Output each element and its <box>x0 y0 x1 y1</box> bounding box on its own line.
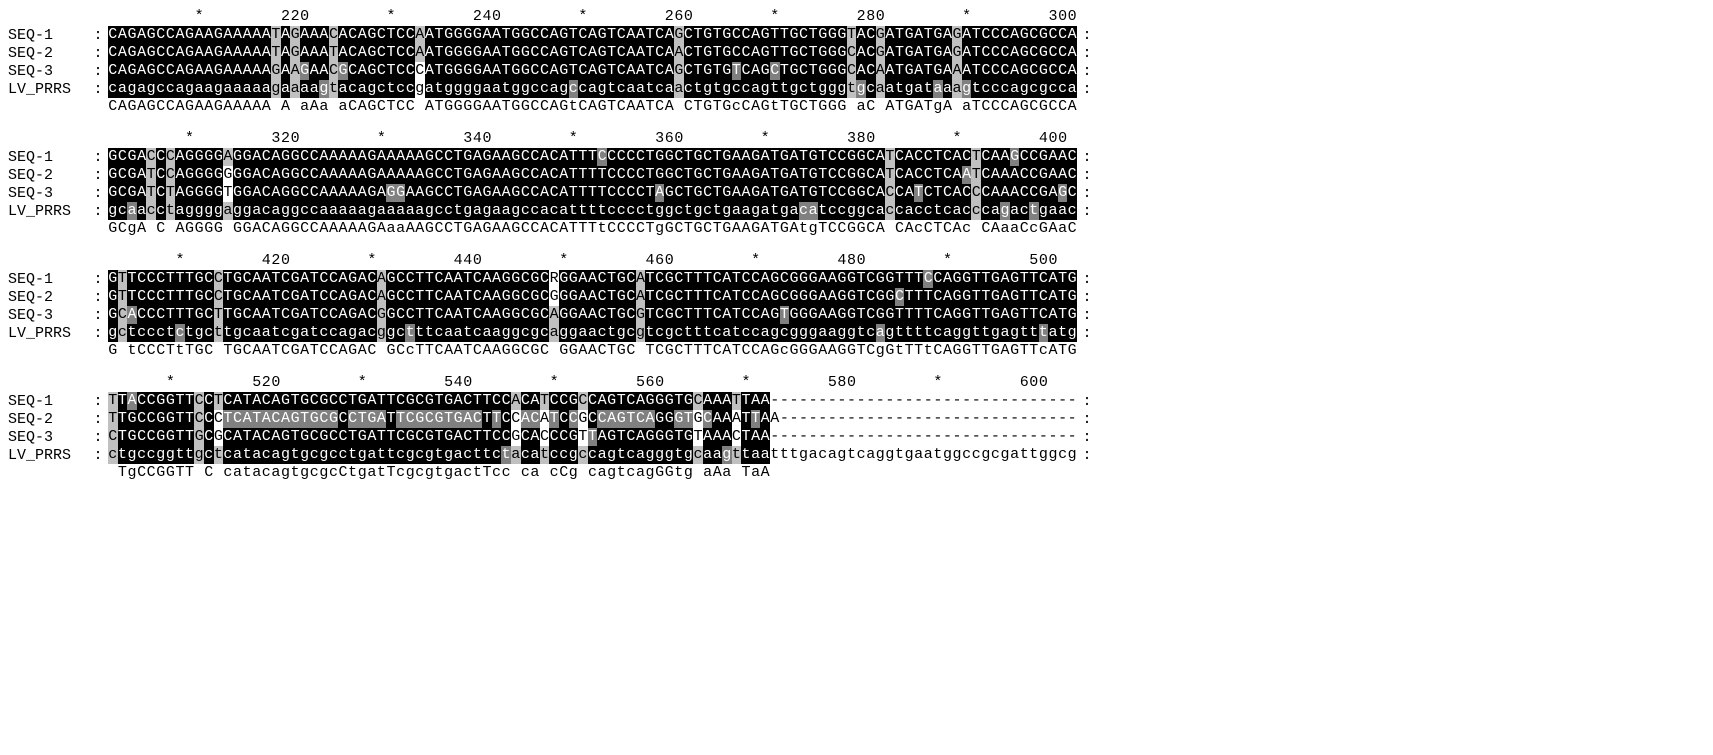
ruler-row: X: * 420 * 440 * 460 * 480 * 500 : <box>8 252 1705 270</box>
sequence-label: SEQ-2 <box>8 290 88 305</box>
consensus-row: X: TgCCGGTT C catacagtgcgcCtgatTcgcgtgac… <box>8 464 1705 482</box>
sequence-label: LV_PRRS <box>8 204 88 219</box>
sequence-row: LV_PRRS:cagagccagaagaaaaagaaaagtacagctcc… <box>8 80 1705 98</box>
sequence-label: SEQ-2 <box>8 412 88 427</box>
sequence-row: SEQ-3:GCGATCTAGGGGTGGACAGGCCAAAAAGAGGAAG… <box>8 184 1705 202</box>
sequence-row: LV_PRRS:gcaacctaggggaggacaggccaaaaagaaaa… <box>8 202 1705 220</box>
sequence-label: SEQ-1 <box>8 272 88 287</box>
sequence-cells: CAGAGCCAGAAGAAAAATAGAAACACAGCTCCAATGGGGA… <box>108 26 1077 44</box>
sequence-label: SEQ-1 <box>8 394 88 409</box>
sequence-label: SEQ-3 <box>8 308 88 323</box>
sequence-cells: GCGACCCAGGGGAGGACAGGCCAAAAAGAAAAAGCCTGAG… <box>108 148 1077 166</box>
consensus-row: X:G tCCCTtTGC TGCAATCGATCCAGAC GCcTTCAAT… <box>8 342 1705 360</box>
sequence-cells: GTTCCCTTTGCCTGCAATCGATCCAGACAGCCTTCAATCA… <box>108 270 1077 288</box>
sequence-row: LV_PRRS:gctccctctgcttgcaatcgatccagacggct… <box>8 324 1705 342</box>
ruler-row: X: * 220 * 240 * 260 * 280 * 300: <box>8 8 1705 26</box>
consensus-row: X:GCgA C AGGGG GGACAGGCCAAAAAGAaaAAGCCTG… <box>8 220 1705 238</box>
sequence-row: SEQ-1:GCGACCCAGGGGAGGACAGGCCAAAAAGAAAAAG… <box>8 148 1705 166</box>
ruler-row: X: * 520 * 540 * 560 * 580 * 600 : <box>8 374 1705 392</box>
sequence-label: SEQ-3 <box>8 64 88 79</box>
sequence-row: SEQ-2:TTGCCGGTTCCCTCATACAGTGCGCCTGATTCGC… <box>8 410 1705 428</box>
sequence-row: SEQ-3:CTGCCGGTTGCGCATACAGTGCGCCTGATTCGCG… <box>8 428 1705 446</box>
sequence-label: SEQ-3 <box>8 186 88 201</box>
alignment-block: X: * 420 * 440 * 460 * 480 * 500 :SEQ-1:… <box>8 252 1705 360</box>
ruler-row: X: * 320 * 340 * 360 * 380 * 400 : <box>8 130 1705 148</box>
alignment-block: X: * 520 * 540 * 560 * 580 * 600 :SEQ-1:… <box>8 374 1705 482</box>
sequence-cells: TTACCGGTTCCTCATACAGTGCGCCTGATTCGCGTGACTT… <box>108 392 1077 410</box>
sequence-row: SEQ-2:CAGAGCCAGAAGAAAAATAGAAATACAGCTCCAA… <box>8 44 1705 62</box>
sequence-row: SEQ-3:CAGAGCCAGAAGAAAAAGAAGAACGCAGCTCCCA… <box>8 62 1705 80</box>
sequence-row: SEQ-1:TTACCGGTTCCTCATACAGTGCGCCTGATTCGCG… <box>8 392 1705 410</box>
sequence-row: SEQ-3:GCACCCTTTGCTTGCAATCGATCCAGACGGCCTT… <box>8 306 1705 324</box>
sequence-cells: GCACCCTTTGCTTGCAATCGATCCAGACGGCCTTCAATCA… <box>108 306 1077 324</box>
sequence-cells: cagagccagaagaaaaagaaaagtacagctccgatgggga… <box>108 80 1077 98</box>
sequence-cells: CTGCCGGTTGCGCATACAGTGCGCCTGATTCGCGTGACTT… <box>108 428 1077 446</box>
sequence-cells: GCGATCTAGGGGTGGACAGGCCAAAAAGAGGAAGCCTGAG… <box>108 184 1077 202</box>
sequence-label: SEQ-3 <box>8 430 88 445</box>
sequence-row: LV_PRRS:ctgccggttgctcatacagtgcgcctgattcg… <box>8 446 1705 464</box>
sequence-label: LV_PRRS <box>8 82 88 97</box>
sequence-label: LV_PRRS <box>8 326 88 341</box>
sequence-cells: CAGAGCCAGAAGAAAAATAGAAATACAGCTCCAATGGGGA… <box>108 44 1077 62</box>
sequence-cells: GCGATCCAGGGGGGGACAGGCCAAAAAGAAAAAGCCTGAG… <box>108 166 1077 184</box>
sequence-cells: gctccctctgcttgcaatcgatccagacggctttcaatca… <box>108 324 1077 342</box>
sequence-row: SEQ-1:GTTCCCTTTGCCTGCAATCGATCCAGACAGCCTT… <box>8 270 1705 288</box>
sequence-row: SEQ-2:GCGATCCAGGGGGGGACAGGCCAAAAAGAAAAAG… <box>8 166 1705 184</box>
alignment-block: X: * 220 * 240 * 260 * 280 * 300:SEQ-1:C… <box>8 8 1705 116</box>
sequence-cells: CAGAGCCAGAAGAAAAAGAAGAACGCAGCTCCCATGGGGA… <box>108 62 1077 80</box>
consensus-row: X:CAGAGCCAGAAGAAAAA A aAa aCAGCTCC ATGGG… <box>8 98 1705 116</box>
sequence-label: LV_PRRS <box>8 448 88 463</box>
sequence-cells: gcaacctaggggaggacaggccaaaaagaaaaagcctgag… <box>108 202 1077 220</box>
alignment-block: X: * 320 * 340 * 360 * 380 * 400 :SEQ-1:… <box>8 130 1705 238</box>
sequence-label: SEQ-2 <box>8 168 88 183</box>
sequence-cells: GTTCCCTTTGCCTGCAATCGATCCAGACAGCCTTCAATCA… <box>108 288 1077 306</box>
sequence-alignment: X: * 220 * 240 * 260 * 280 * 300:SEQ-1:C… <box>8 8 1705 482</box>
sequence-row: SEQ-2:GTTCCCTTTGCCTGCAATCGATCCAGACAGCCTT… <box>8 288 1705 306</box>
sequence-label: SEQ-2 <box>8 46 88 61</box>
sequence-label: SEQ-1 <box>8 28 88 43</box>
sequence-label: SEQ-1 <box>8 150 88 165</box>
sequence-row: SEQ-1:CAGAGCCAGAAGAAAAATAGAAACACAGCTCCAA… <box>8 26 1705 44</box>
sequence-cells: ctgccggttgctcatacagtgcgcctgattcgcgtgactt… <box>108 446 1077 464</box>
sequence-cells: TTGCCGGTTCCCTCATACAGTGCGCCTGATTCGCGTGACT… <box>108 410 1077 428</box>
